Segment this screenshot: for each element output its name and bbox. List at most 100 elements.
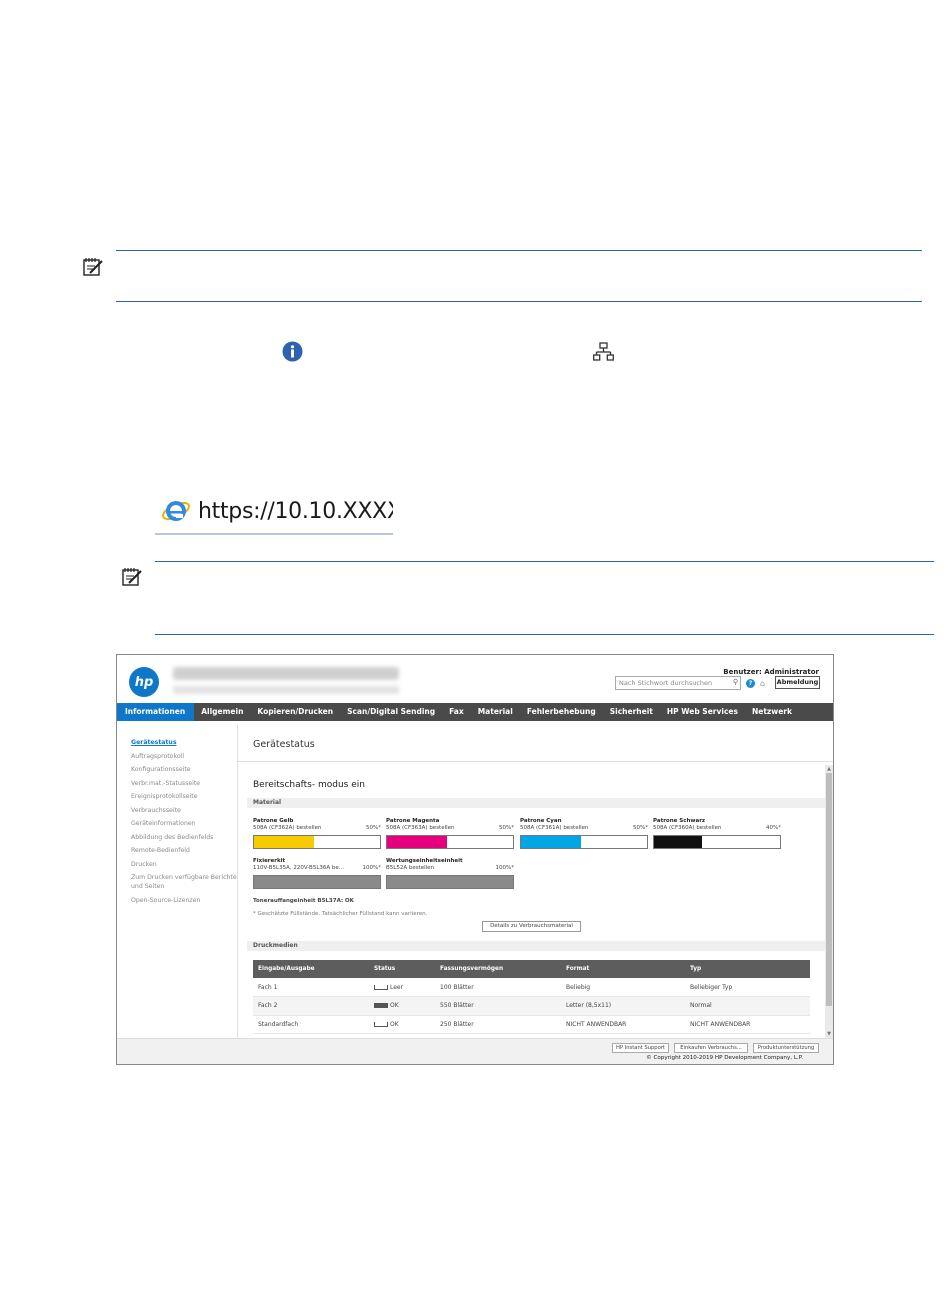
tab-fehlerbehebung[interactable]: Fehlerbehebung <box>520 703 603 721</box>
supply-level-bar <box>386 835 514 849</box>
tab-sicherheit[interactable]: Sicherheit <box>603 703 660 721</box>
info-icon <box>282 341 303 362</box>
table-cell: OK <box>369 996 435 1016</box>
tray-status: Leer <box>390 983 404 991</box>
sidebar-item-berichte-seiten[interactable]: Zum Drucken verfügbare Berichte und Seit… <box>131 873 239 891</box>
supply-yellow: Patrone Gelb 508A (CF362A) bestellen 50%* <box>253 818 381 849</box>
tray-status: OK <box>390 1002 399 1010</box>
supply-name: Patrone Schwarz <box>653 818 706 824</box>
table-cell: Beliebiger Typ <box>685 978 810 997</box>
tab-scan-digital-sending[interactable]: Scan/Digital Sending <box>340 703 442 721</box>
scrollbar-thumb[interactable] <box>826 773 832 1006</box>
sidebar-item-remote-bedienfeld[interactable]: Remote-Bedienfeld <box>131 846 239 855</box>
scrollbar[interactable]: ▲ ▼ <box>825 765 833 1038</box>
sidebar-item-open-source-lizenzen[interactable]: Open-Source-Lizenzen <box>131 896 239 905</box>
sidebar-item-drucken[interactable]: Drucken <box>131 860 239 869</box>
sidebar-item-verbr-mat-statusseite[interactable]: Verbr.mat.-Statusseite <box>131 779 239 788</box>
supply-magenta: Patrone Magenta 508A (CF363A) bestellen 5… <box>386 818 514 849</box>
sidebar-item-auftragsprotokoll[interactable]: Auftragsprotokoll <box>131 752 239 761</box>
sidebar-item-geraeteinformationen[interactable]: Geräteinformationen <box>131 819 239 828</box>
tab-hp-web-services[interactable]: HP Web Services <box>660 703 745 721</box>
table-cell: NICHT ANWENDBAR <box>561 1015 685 1034</box>
note-rule-top <box>116 250 922 251</box>
supply-percent: 100%* <box>495 865 514 871</box>
ews-footer: HP Instant Support Einkaufen Verbrauchs.… <box>117 1038 833 1064</box>
search-icon[interactable]: ⚲ <box>733 678 738 686</box>
supply-order-link[interactable]: 508A (CF360A) bestellen <box>653 825 722 831</box>
internet-explorer-icon <box>162 501 190 521</box>
tab-fax[interactable]: Fax <box>442 703 471 721</box>
supply-percent: 50%* <box>499 825 514 831</box>
tab-allgemein[interactable]: Allgemein <box>194 703 250 721</box>
scroll-down-icon[interactable]: ▼ <box>825 1031 833 1037</box>
tab-informationen[interactable]: Informationen <box>117 703 195 721</box>
address-bar[interactable]: https://10.10.XXXXX/ <box>155 487 393 535</box>
sidebar-item-ereignisprotokollseite[interactable]: Ereignisprotokollseite <box>131 792 239 801</box>
supply-level-fill <box>254 876 380 888</box>
hp-logo: hp <box>129 667 159 697</box>
sidebar-item-konfigurationsseite[interactable]: Konfigurationsseite <box>131 765 239 774</box>
supply-name: Wertungseinheitseinheit <box>386 858 463 864</box>
table-cell: Fach 2 <box>253 996 369 1016</box>
tray-level-icon <box>374 984 388 990</box>
supply-name: Patrone Gelb <box>253 818 294 824</box>
supply-level-bar <box>653 835 781 849</box>
note-rule-bottom <box>116 301 922 302</box>
shop-supplies-button[interactable]: Einkaufen Verbrauchs... <box>674 1043 748 1053</box>
supply-level-bar <box>520 835 648 849</box>
supply-percent: 50%* <box>366 825 381 831</box>
supply-black: Patrone Schwarz 508A (CF360A) bestellen 4… <box>653 818 781 849</box>
search-input[interactable]: Nach Stichwort durchsuchen ⚲ <box>615 676 741 690</box>
sidebar-item-geraetestatus[interactable]: Gerätestatus <box>131 738 239 747</box>
table-cell: 250 Blätter <box>435 1015 561 1034</box>
hp-instant-support-button[interactable]: HP Instant Support <box>612 1043 669 1053</box>
page-title: Gerätestatus <box>253 739 315 750</box>
tray-level-icon <box>374 1003 388 1009</box>
home-icon[interactable]: ⌂ <box>760 679 765 688</box>
supply-order-link[interactable]: B5L52A bestellen <box>386 865 434 871</box>
supply-level-fill <box>521 836 582 848</box>
supply-level-bar <box>386 875 514 889</box>
table-header-row: Eingabe/Ausgabe Status Fassungsvermögen … <box>253 960 810 978</box>
supply-order-link[interactable]: 508A (CF361A) bestellen <box>520 825 589 831</box>
table-cell: Leer <box>369 978 435 997</box>
device-status-text: Bereitschafts- modus ein <box>253 780 365 790</box>
supply-order-link[interactable]: 508A (CF362A) bestellen <box>253 825 322 831</box>
table-row: Fach 2 OK 550 Blätter Letter (8,5x11) No… <box>253 996 810 1016</box>
column-header: Status <box>369 960 435 978</box>
scroll-up-icon[interactable]: ▲ <box>825 766 833 772</box>
estimate-footnote: * Geschätzte Füllstände. Tatsächlicher F… <box>253 911 428 917</box>
product-support-button[interactable]: Produktunterstützung <box>753 1043 819 1053</box>
column-header: Fassungsvermögen <box>435 960 561 978</box>
table-cell: 550 Blätter <box>435 996 561 1016</box>
supply-percent: 100%* <box>362 865 381 871</box>
tab-material[interactable]: Material <box>471 703 520 721</box>
tray-level-icon <box>374 1021 388 1027</box>
supply-order-link[interactable]: 110V-B5L35A, 220V-B5L36A be... <box>253 865 344 871</box>
logout-button[interactable]: Abmeldung <box>775 676 820 689</box>
title-divider <box>237 761 833 762</box>
table-cell: Letter (8,5x11) <box>561 996 685 1016</box>
media-table: Eingabe/Ausgabe Status Fassungsvermögen … <box>253 960 810 1034</box>
sidebar-item-abbildung-bedienfeld[interactable]: Abbildung des Bedienfelds <box>131 833 239 842</box>
table-cell: OK <box>369 1015 435 1034</box>
column-header: Eingabe/Ausgabe <box>253 960 369 978</box>
printer-name-blurred <box>173 667 399 680</box>
sidebar: Gerätestatus Auftragsprotokoll Konfigura… <box>131 738 239 909</box>
url-text: https://10.10.XXXXX/ <box>198 499 393 524</box>
search-placeholder: Nach Stichwort durchsuchen <box>619 679 713 687</box>
supply-order-link[interactable]: 508A (CF363A) bestellen <box>386 825 455 831</box>
tab-kopieren-drucken[interactable]: Kopieren/Drucken <box>250 703 340 721</box>
supply-details-button[interactable]: Details zu Verbrauchsmaterial <box>482 921 581 932</box>
supply-name: Patrone Magenta <box>386 818 440 824</box>
table-cell: Normal <box>685 996 810 1016</box>
table-cell: 100 Blätter <box>435 978 561 997</box>
sidebar-divider <box>237 725 238 1038</box>
help-icon[interactable]: ? <box>746 679 755 688</box>
supply-level-fill <box>254 836 315 848</box>
sidebar-item-verbrauchsseite[interactable]: Verbrauchsseite <box>131 806 239 815</box>
column-header: Format <box>561 960 685 978</box>
main-nav: Informationen Allgemein Kopieren/Drucken… <box>117 703 833 721</box>
tab-netzwerk[interactable]: Netzwerk <box>745 703 799 721</box>
supply-level-bar <box>253 875 381 889</box>
